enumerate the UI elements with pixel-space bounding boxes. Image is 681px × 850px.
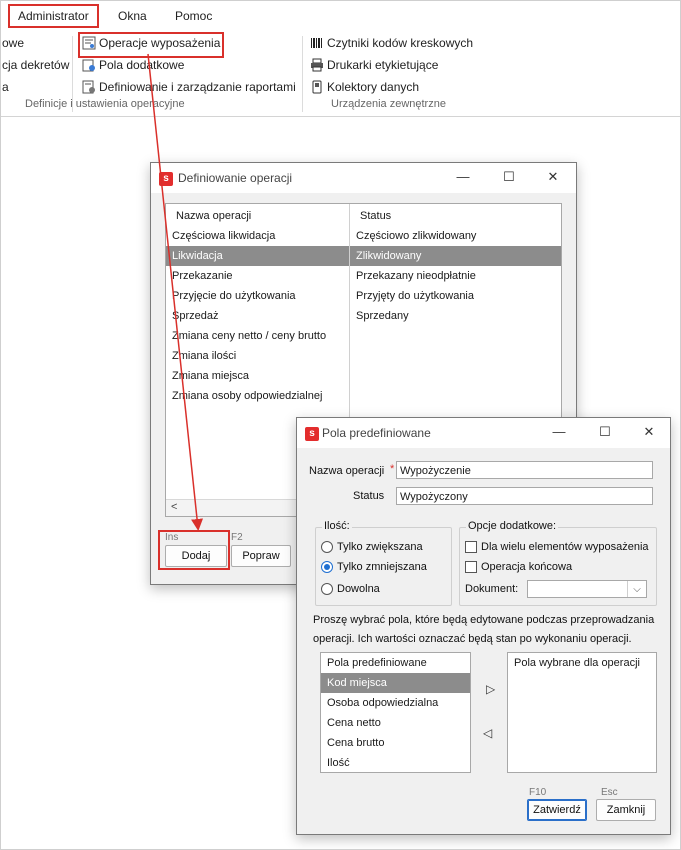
annotation-arrow [147, 53, 204, 531]
